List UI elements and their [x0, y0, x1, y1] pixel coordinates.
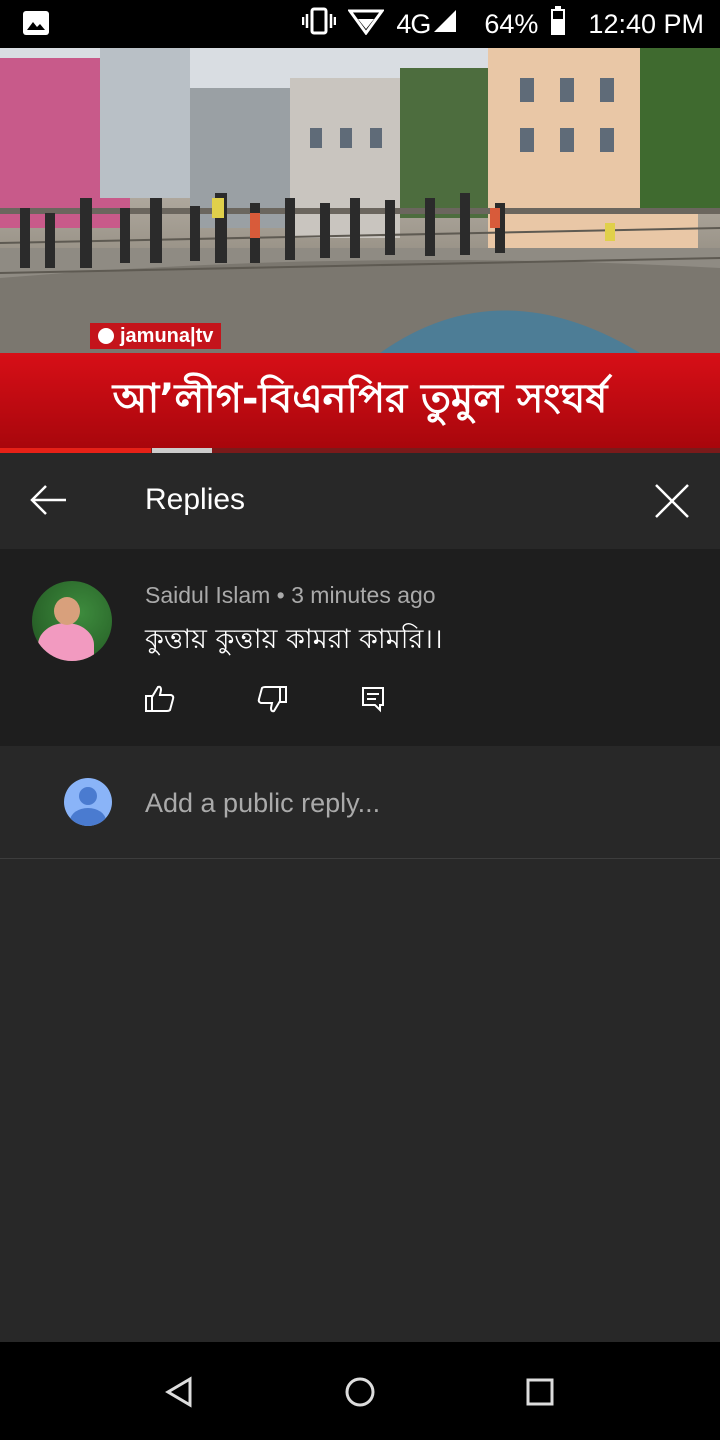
signal-icon — [432, 8, 458, 41]
vibrate-icon — [302, 6, 337, 43]
reply-input[interactable]: Add a public reply... — [145, 788, 380, 819]
like-icon[interactable] — [144, 683, 176, 715]
network-type: 4G — [396, 8, 431, 39]
close-icon[interactable] — [648, 477, 696, 525]
reply-composer[interactable]: Add a public reply... — [0, 746, 720, 859]
back-nav-icon[interactable] — [164, 1376, 196, 1408]
battery-percent: 64% — [484, 8, 539, 39]
video-frame — [0, 48, 720, 353]
wifi-icon — [347, 7, 386, 42]
video-player[interactable]: jamuna|tv আ’লীগ-বিএনপির তুমুল সংঘর্ষ — [0, 48, 720, 453]
status-bar: 4G 64% 12:40 PM — [0, 0, 720, 48]
reply-icon[interactable] — [358, 683, 390, 715]
headline-text: আ’লীগ-বিএনপির তুমুল সংঘর্ষ — [112, 376, 608, 422]
clock: 12:40 PM — [588, 8, 704, 39]
panel-title: Replies — [145, 483, 246, 516]
headline-banner: আ’লীগ-বিএনপির তুমুল সংঘর্ষ — [0, 353, 720, 448]
comment-item: Saidul Islam • 3 minutes ago কুত্তায় কু… — [0, 549, 720, 746]
dislike-icon[interactable] — [256, 683, 288, 715]
user-avatar — [64, 778, 112, 826]
avatar[interactable] — [32, 581, 112, 661]
back-arrow-icon[interactable] — [26, 477, 72, 523]
home-nav-icon[interactable] — [344, 1376, 376, 1408]
battery-icon — [550, 5, 566, 43]
channel-logo: jamuna|tv — [90, 323, 222, 349]
comment-text: কুত্তায় কুত্তায় কামরা কামরি।। — [145, 624, 443, 655]
system-nav-bar — [0, 1342, 720, 1440]
comment-meta: Saidul Islam • 3 minutes ago — [145, 582, 436, 608]
replies-header: Replies — [0, 453, 720, 549]
gallery-icon — [22, 10, 50, 41]
recents-nav-icon[interactable] — [524, 1376, 556, 1408]
